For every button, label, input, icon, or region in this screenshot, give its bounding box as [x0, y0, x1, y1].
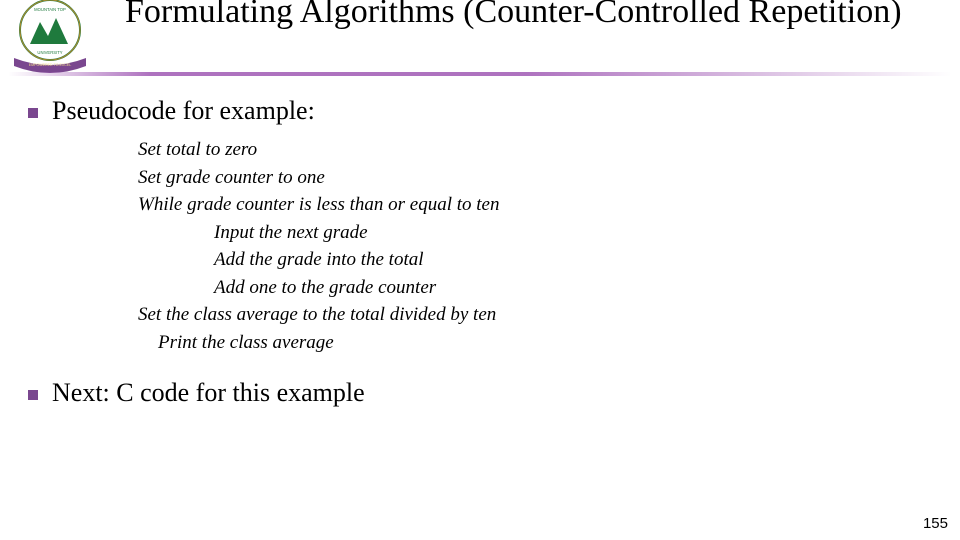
slide-title: Formulating Algorithms (Counter-Controll… [125, 0, 940, 32]
pseudo-line: Set the class average to the total divid… [138, 301, 930, 329]
logo-banner-text: EMPOWERED TO EXCEL [29, 63, 72, 67]
pseudo-line: Set grade counter to one [138, 164, 930, 192]
pseudo-line: Input the next grade [138, 219, 930, 247]
bullet-text: Pseudocode for example: [52, 96, 315, 126]
page-number: 155 [923, 515, 948, 532]
title-underline [8, 72, 952, 76]
bullet-item: Pseudocode for example: [28, 96, 930, 126]
slide-body: Pseudocode for example: Set total to zer… [28, 96, 930, 418]
logo-bottom-text: UNIVERSITY [37, 50, 62, 55]
slide: MOUNTAIN TOP UNIVERSITY EMPOWERED TO EXC… [0, 0, 960, 540]
bullet-square-icon [28, 108, 38, 118]
pseudo-line: While grade counter is less than or equa… [138, 191, 930, 219]
university-logo: MOUNTAIN TOP UNIVERSITY EMPOWERED TO EXC… [10, 0, 90, 82]
pseudo-line: Add one to the grade counter [138, 274, 930, 302]
pseudo-line: Add the grade into the total [138, 246, 930, 274]
bullet-square-icon [28, 390, 38, 400]
logo-top-text: MOUNTAIN TOP [34, 7, 66, 12]
pseudocode-block: Set total to zero Set grade counter to o… [138, 136, 930, 356]
bullet-item: Next: C code for this example [28, 378, 930, 408]
pseudo-line: Set total to zero [138, 136, 930, 164]
bullet-text: Next: C code for this example [52, 378, 365, 408]
pseudo-line: Print the class average [138, 329, 930, 357]
